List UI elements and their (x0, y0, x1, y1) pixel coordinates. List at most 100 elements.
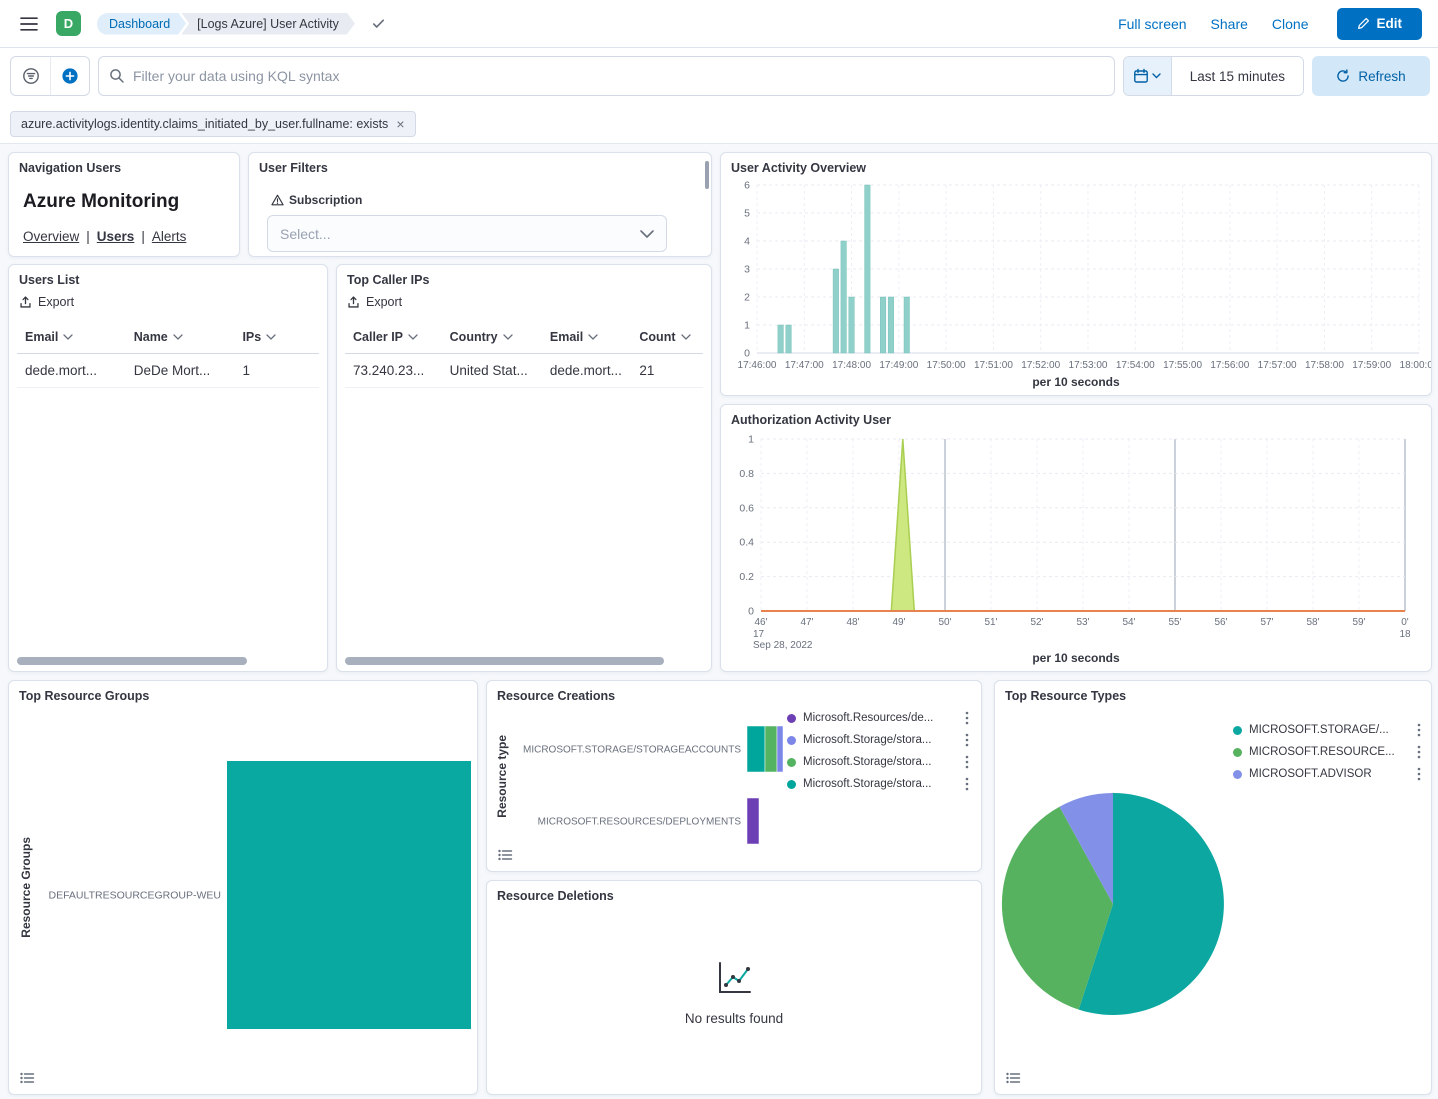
azure-monitoring-heading: Azure Monitoring (23, 191, 179, 213)
fullscreen-link[interactable]: Full screen (1118, 16, 1186, 32)
table-row[interactable]: 73.240.23... United Stat... dede.mort...… (345, 354, 703, 388)
kebab-menu-icon[interactable] (965, 711, 969, 725)
svg-text:MICROSOFT.STORAGE/STORAGEACCOU: MICROSOFT.STORAGE/STORAGEACCOUNTS (523, 745, 741, 756)
nav-link-overview[interactable]: Overview (23, 229, 79, 244)
edit-button[interactable]: Edit (1337, 8, 1423, 40)
clone-link[interactable]: Clone (1272, 16, 1309, 32)
legend-label: Microsoft.Resources/de... (803, 712, 933, 724)
chart-legend: MICROSOFT.STORAGE/... MICROSOFT.RESOURCE… (1233, 723, 1421, 781)
refresh-label: Refresh (1358, 69, 1405, 84)
legend-item[interactable]: MICROSOFT.RESOURCE... (1233, 745, 1421, 759)
column-header-country[interactable]: Country (442, 321, 542, 354)
legend-toggle-button[interactable] (1003, 1068, 1023, 1088)
panel-resource-deletions: Resource Deletions No results found (486, 880, 982, 1095)
chevron-down-icon (173, 334, 183, 340)
svg-text:55': 55' (1168, 617, 1181, 628)
list-icon (20, 1072, 34, 1084)
remove-filter-icon[interactable]: × (396, 117, 404, 131)
panel-top-resource-types: Top Resource Types MICROSOFT.STORAGE/...… (994, 680, 1432, 1095)
column-header-email[interactable]: Email (542, 321, 632, 354)
column-header-caller-ip[interactable]: Caller IP (345, 321, 442, 354)
menu-button[interactable] (16, 11, 42, 37)
panel-users-list: Users List Export Email Name IPs dede.mo… (8, 264, 328, 672)
column-header-email[interactable]: Email (17, 321, 126, 354)
kql-search[interactable] (98, 56, 1115, 96)
legend-item[interactable]: Microsoft.Storage/stora... (787, 777, 969, 791)
svg-text:4: 4 (744, 236, 750, 248)
breadcrumb-dashboard[interactable]: Dashboard (97, 13, 186, 35)
export-button[interactable]: Export (347, 295, 402, 309)
scrollbar-thumb[interactable] (17, 657, 247, 665)
horizontal-scrollbar[interactable] (17, 657, 319, 665)
refresh-button[interactable]: Refresh (1312, 56, 1430, 96)
panel-title: Resource Deletions (497, 889, 614, 903)
legend-item[interactable]: Microsoft.Storage/stora... (787, 755, 969, 769)
legend-label: MICROSOFT.ADVISOR (1249, 768, 1372, 780)
svg-text:17:48:00: 17:48:00 (832, 360, 871, 371)
space-avatar[interactable]: D (56, 11, 81, 36)
svg-text:17:53:00: 17:53:00 (1069, 360, 1108, 371)
svg-text:0.8: 0.8 (739, 468, 754, 480)
kebab-menu-icon[interactable] (1417, 745, 1421, 759)
svg-text:59': 59' (1352, 617, 1365, 628)
svg-text:1: 1 (748, 434, 754, 446)
kql-search-input[interactable] (133, 68, 1104, 84)
panel-user-filters: User Filters Subscription Select... (248, 152, 712, 257)
filter-pill-label: azure.activitylogs.identity.claims_initi… (21, 117, 388, 131)
legend-item[interactable]: Microsoft.Resources/de... (787, 711, 969, 725)
panel-top-resource-groups: Top Resource Groups Resource Groups DEFA… (8, 680, 478, 1095)
legend-item[interactable]: Microsoft.Storage/stora... (787, 733, 969, 747)
svg-text:17:51:00: 17:51:00 (974, 360, 1013, 371)
time-picker-group: Last 15 minutes (1123, 56, 1304, 96)
saved-query-menu-button[interactable] (11, 57, 50, 95)
share-link[interactable]: Share (1211, 16, 1248, 32)
svg-text:58': 58' (1306, 617, 1319, 628)
legend-item[interactable]: MICROSOFT.ADVISOR (1233, 767, 1421, 781)
export-button[interactable]: Export (19, 295, 74, 309)
kebab-menu-icon[interactable] (1417, 767, 1421, 781)
legend-label: Microsoft.Storage/stora... (803, 734, 931, 746)
nav-link-alerts[interactable]: Alerts (152, 229, 187, 244)
top-resource-groups-chart[interactable]: DEFAULTRESOURCEGROUP-WEU (19, 709, 471, 1081)
legend-item[interactable]: MICROSOFT.STORAGE/... (1233, 723, 1421, 737)
kebab-menu-icon[interactable] (965, 755, 969, 769)
chevron-down-icon (640, 230, 654, 238)
svg-text:56': 56' (1214, 617, 1227, 628)
table-cell: dede.mort... (542, 354, 632, 388)
column-header-count[interactable]: Count (631, 321, 703, 354)
list-icon (1006, 1072, 1020, 1084)
user-activity-overview-chart[interactable]: 17:46:0017:47:0017:48:0017:49:0017:50:00… (727, 177, 1427, 375)
legend-toggle-button[interactable] (495, 845, 515, 865)
svg-text:48': 48' (846, 617, 859, 628)
no-results-text: No results found (685, 1011, 783, 1026)
time-range-button[interactable]: Last 15 minutes (1172, 57, 1303, 95)
svg-text:6: 6 (744, 180, 750, 192)
column-header-ips[interactable]: IPs (234, 321, 319, 354)
svg-text:0.6: 0.6 (739, 502, 754, 514)
nav-link-users[interactable]: Users (97, 229, 135, 244)
time-picker-button[interactable] (1124, 57, 1172, 95)
kebab-menu-icon[interactable] (1417, 723, 1421, 737)
legend-label: MICROSOFT.RESOURCE... (1249, 746, 1395, 758)
table-row[interactable]: dede.mort... DeDe Mort... 1 (17, 354, 319, 388)
column-header-name[interactable]: Name (126, 321, 235, 354)
filter-pill[interactable]: azure.activitylogs.identity.claims_initi… (10, 111, 416, 137)
chevron-down-icon (266, 334, 276, 340)
horizontal-scrollbar[interactable] (345, 657, 703, 665)
scrollbar-thumb[interactable] (345, 657, 664, 665)
time-range-label: Last 15 minutes (1190, 69, 1285, 84)
legend-toggle-button[interactable] (17, 1068, 37, 1088)
kebab-menu-icon[interactable] (965, 733, 969, 747)
kebab-menu-icon[interactable] (965, 777, 969, 791)
authorization-activity-chart[interactable]: 46'47'48'49'50'51'52'53'54'55'56'57'58'5… (727, 429, 1427, 651)
svg-text:2: 2 (744, 292, 750, 304)
panel-resource-creations: Resource Creations Resource type MICROSO… (486, 680, 982, 872)
subscription-label-text: Subscription (289, 193, 362, 207)
filter-buttons-group (10, 56, 90, 96)
vertical-scrollbar[interactable] (705, 161, 709, 189)
export-label: Export (366, 295, 402, 309)
svg-text:17:55:00: 17:55:00 (1163, 360, 1202, 371)
subscription-select[interactable]: Select... (267, 215, 667, 252)
add-filter-button[interactable] (50, 57, 89, 95)
svg-text:0: 0 (744, 348, 750, 360)
